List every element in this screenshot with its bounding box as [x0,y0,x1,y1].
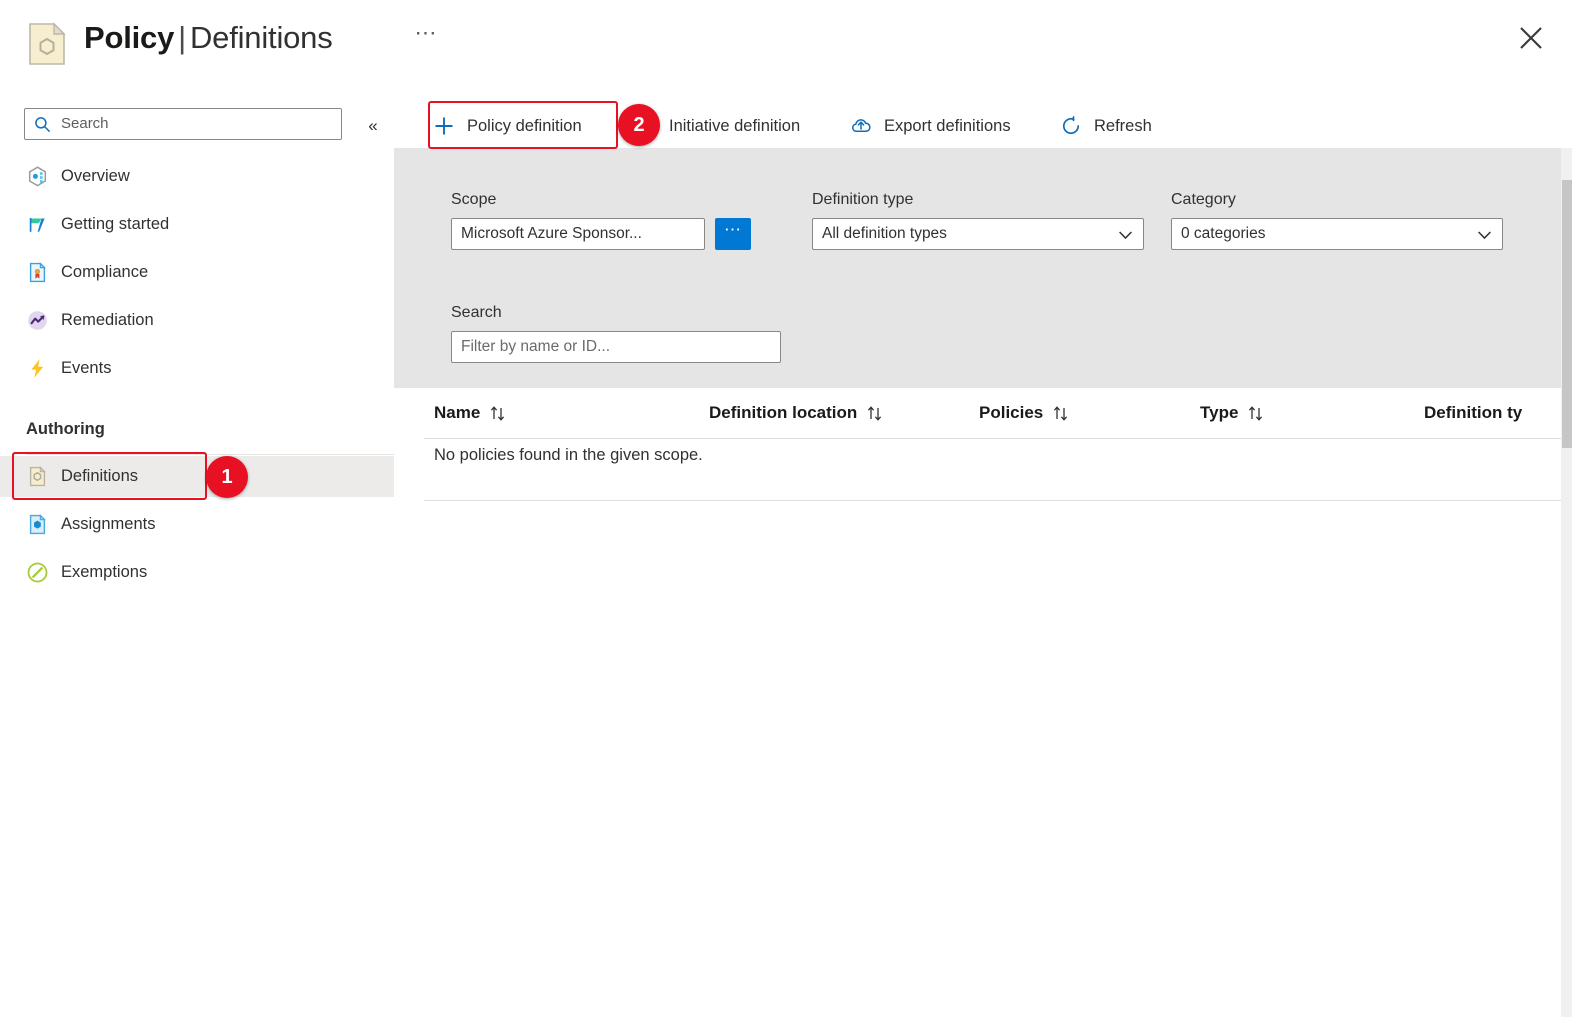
more-options-button[interactable]: ⋯ [412,22,440,52]
table-empty-message: No policies found in the given scope. [434,446,703,464]
chevron-down-icon [1118,228,1133,242]
filter-search-label: Search [451,304,502,321]
vertical-scrollbar-thumb[interactable] [1562,180,1572,448]
toolbar-refresh-button[interactable]: Refresh [1059,104,1152,148]
close-button[interactable] [1513,20,1549,56]
assignments-document-icon [26,513,49,536]
column-header-definition-type[interactable]: Definition ty [1424,388,1522,438]
lightning-bolt-icon [26,357,49,380]
category-select[interactable]: 0 categories [1171,218,1503,250]
page-title-separator: | [178,20,186,55]
sidebar-item-label: Compliance [61,263,149,281]
sidebar-item-label: Exemptions [61,563,148,581]
annotation-badge-1: 1 [206,456,248,498]
column-header-name[interactable]: Name [434,388,507,438]
collapse-sidebar-button[interactable]: « [360,113,386,139]
category-label: Category [1171,191,1236,208]
page-title: Policy | Definitions [84,16,333,60]
page-header: Policy | Definitions ⋯ [0,0,1572,92]
scope-input[interactable]: Microsoft Azure Sponsor... [451,218,705,250]
sidebar-search-row: Search « [24,108,384,142]
column-header-type[interactable]: Type [1200,388,1265,438]
sidebar-item-definitions[interactable]: Definitions [0,456,394,497]
sidebar-item-label: Getting started [61,215,170,233]
column-header-policies[interactable]: Policies [979,388,1070,438]
definitions-document-icon [26,465,49,488]
sort-arrows-icon [1052,405,1070,422]
sidebar-item-label: Remediation [61,311,154,329]
category-value: 0 categories [1181,225,1266,242]
sidebar-item-overview[interactable]: Overview [0,156,394,197]
sidebar-item-label: Overview [61,167,130,185]
filter-search-input[interactable]: Filter by name or ID... [451,331,781,363]
definition-type-select[interactable]: All definition types [812,218,1144,250]
toolbar-policy-definition-button[interactable]: Policy definition [432,104,582,148]
sort-arrows-icon [489,405,507,422]
column-label: Definition ty [1424,403,1523,422]
filter-search-placeholder: Filter by name or ID... [461,338,611,355]
overview-hexagon-icon [26,165,49,188]
table-header-divider [424,438,1572,439]
search-input-placeholder: Search [61,115,109,132]
sidebar-divider [26,454,394,455]
flag-icon [26,213,49,236]
sidebar-item-label: Definitions [61,467,139,485]
sort-arrows-icon [1247,405,1265,422]
toolbar-button-label: Policy definition [467,116,582,135]
sidebar-item-getting-started[interactable]: Getting started [0,204,394,245]
search-icon [34,116,51,133]
sidebar-item-assignments[interactable]: Assignments [0,504,394,545]
scope-value: Microsoft Azure Sponsor... [461,225,642,242]
refresh-icon [1059,114,1083,138]
remediation-trend-icon [26,309,49,332]
toolbar-button-label: Refresh [1094,116,1152,135]
compliance-document-icon [26,261,49,284]
toolbar: Policy definition Initiative definition [394,104,1572,148]
toolbar-button-label: Export definitions [884,116,1011,135]
scope-label: Scope [451,191,497,208]
main-content: Policy definition Initiative definition [394,104,1572,1017]
sidebar-item-compliance[interactable]: Compliance [0,252,394,293]
filter-panel: Scope Microsoft Azure Sponsor... ⋯ Defin… [394,148,1572,388]
page-title-primary: Policy [84,20,175,55]
sidebar-section-authoring: Authoring [26,420,105,438]
column-label: Policies [979,403,1044,422]
plus-icon [432,114,456,138]
definitions-table: Name Definition location Policies Type D… [394,388,1572,501]
sidebar-item-exemptions[interactable]: Exemptions [0,552,394,593]
sidebar-item-remediation[interactable]: Remediation [0,300,394,341]
cloud-upload-icon [849,114,873,138]
table-header-row: Name Definition location Policies Type D… [394,388,1572,438]
sidebar-item-events[interactable]: Events [0,348,394,389]
search-input[interactable]: Search [24,108,342,140]
column-label: Name [434,403,481,422]
column-label: Type [1200,403,1239,422]
exemptions-slash-icon [26,561,49,584]
definition-type-value: All definition types [822,225,947,242]
sort-arrows-icon [866,405,884,422]
annotation-badge-2: 2 [618,104,660,146]
column-label: Definition location [709,403,858,422]
policy-document-icon [28,22,66,66]
scope-browse-button[interactable]: ⋯ [715,218,751,250]
sidebar-item-label: Events [61,359,112,377]
toolbar-button-label: Initiative definition [669,116,801,135]
column-header-definition-location[interactable]: Definition location [709,388,884,438]
policy-definitions-page: Policy | Definitions ⋯ Search « Overview… [0,0,1572,1017]
toolbar-export-definitions-button[interactable]: Export definitions [849,104,1011,148]
page-title-secondary: Definitions [189,20,333,55]
chevron-down-icon [1477,228,1492,242]
definition-type-label: Definition type [812,191,914,208]
sidebar-item-label: Assignments [61,515,156,533]
sidebar: Search « Overview Getting started Compli… [0,104,394,1017]
table-row-divider [424,500,1572,501]
